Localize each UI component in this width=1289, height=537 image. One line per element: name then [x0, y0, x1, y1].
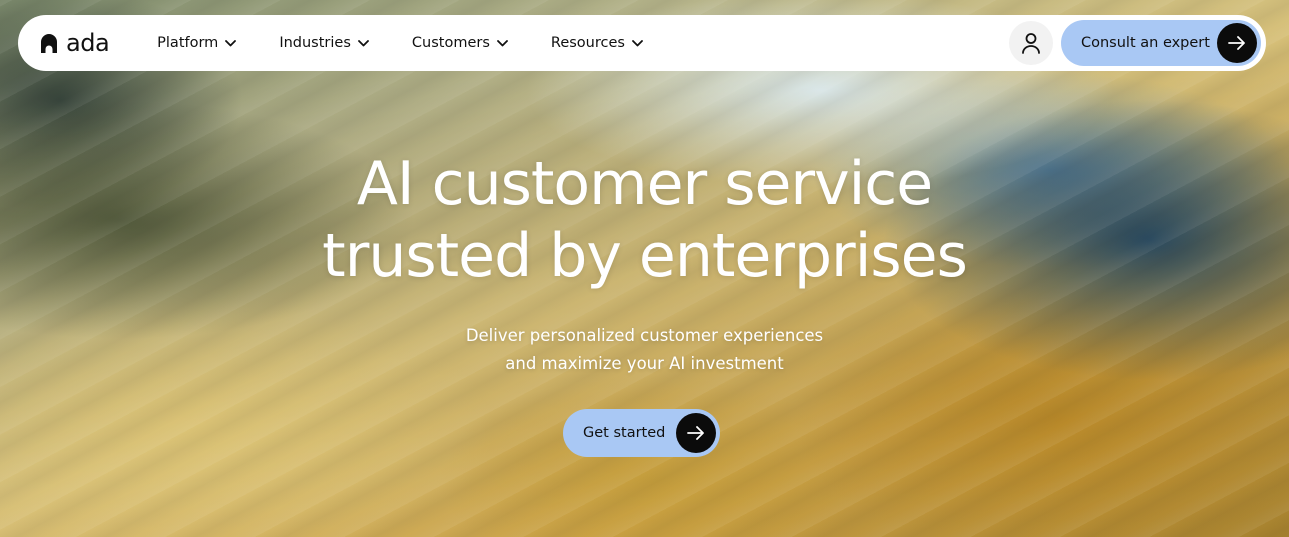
user-icon [1022, 33, 1040, 54]
get-started-button[interactable]: Get started [563, 409, 720, 457]
arrow-right-icon [676, 413, 716, 453]
brand-logo[interactable]: ada [38, 29, 110, 57]
get-started-label: Get started [583, 425, 666, 441]
hero-headline-line-1: AI customer service [356, 149, 933, 219]
nav-item-resources[interactable]: Resources [551, 35, 643, 51]
chevron-down-icon [496, 39, 508, 46]
nav-item-label: Platform [157, 35, 219, 51]
top-navigation-bar: ada Platform Industries Customers Resour… [18, 15, 1266, 71]
chevron-down-icon [357, 39, 369, 46]
consult-expert-button[interactable]: Consult an expert [1061, 20, 1261, 66]
chevron-down-icon [632, 39, 643, 46]
account-button[interactable] [1009, 21, 1053, 65]
brand-name: ada [66, 29, 110, 57]
consult-expert-label: Consult an expert [1081, 35, 1210, 51]
hero-subheadline: Deliver personalized customer experience… [0, 322, 1289, 378]
nav-item-platform[interactable]: Platform [157, 35, 237, 51]
nav-item-customers[interactable]: Customers [412, 35, 508, 51]
hero-headline-line-2: trusted by enterprises [322, 221, 968, 291]
chevron-down-icon [225, 39, 237, 46]
hero-subheadline-line-2: and maximize your AI investment [505, 354, 784, 373]
ada-logo-arch-icon [41, 34, 57, 53]
arrow-right-icon [1217, 23, 1257, 63]
nav-item-industries[interactable]: Industries [279, 35, 369, 51]
hero-subheadline-line-1: Deliver personalized customer experience… [465, 326, 824, 345]
nav-actions: Consult an expert [1009, 20, 1266, 66]
hero-headline: AI customer service trusted by enterpris… [0, 148, 1289, 292]
nav-item-label: Resources [550, 35, 625, 51]
main-menu: Platform Industries Customers Resources [157, 35, 686, 51]
nav-item-label: Industries [279, 35, 351, 51]
nav-item-label: Customers [411, 35, 490, 51]
hero-section: ada Platform Industries Customers Resour… [0, 0, 1289, 537]
